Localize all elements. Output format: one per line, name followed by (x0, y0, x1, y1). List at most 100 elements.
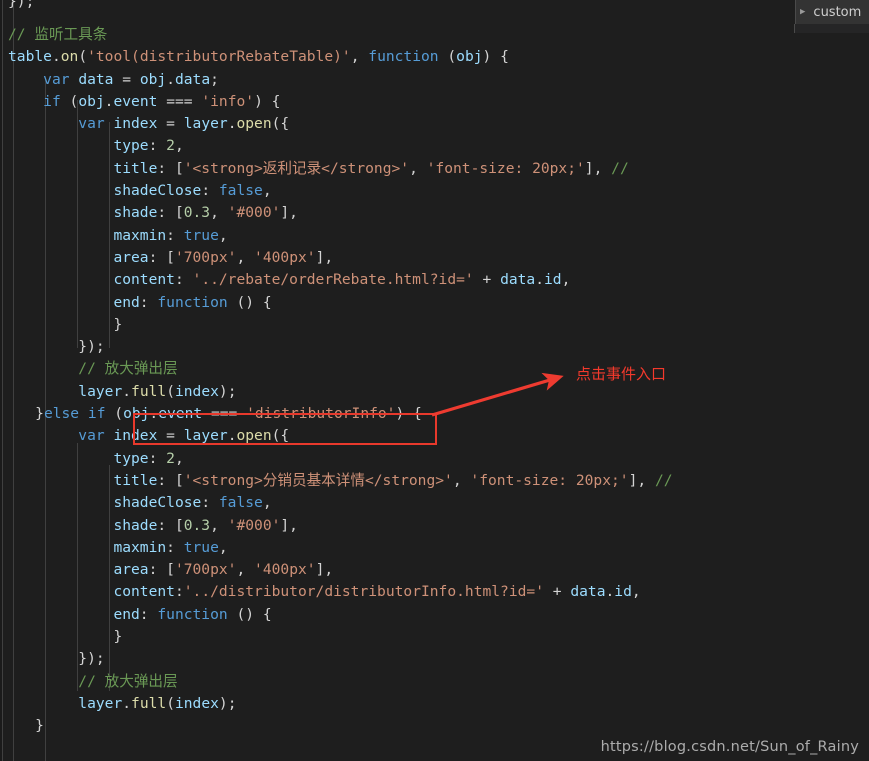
code-line[interactable]: shade: [0.3, '#000'], (0, 515, 869, 537)
code-token: // 放大弹出层 (78, 360, 178, 378)
code-token: on (60, 48, 79, 66)
code-line[interactable]: layer.full(index); (0, 381, 869, 403)
code-token: obj (456, 48, 483, 66)
code-line[interactable]: type: 2, (0, 135, 869, 157)
code-line[interactable]: shade: [0.3, '#000'], (0, 202, 869, 224)
code-token: ( (438, 48, 457, 66)
code-token: var (78, 427, 105, 445)
code-line[interactable]: var index = layer.open({ (0, 113, 869, 135)
code-token: maxmin (113, 226, 167, 244)
code-token: shade (113, 204, 158, 222)
code-token: '#000' (227, 204, 281, 222)
chevron-right-icon[interactable]: ▶ (800, 7, 805, 17)
code-line[interactable]: }); (0, 648, 869, 670)
code-line[interactable]: table.on('tool(distributorRebateTable)',… (0, 46, 869, 68)
code-token: : [ (148, 561, 175, 579)
code-line[interactable]: title: ['<strong>分销员基本详情</strong>', 'fon… (0, 470, 869, 492)
code-token: index (174, 694, 219, 712)
code-token: , (409, 159, 427, 177)
code-token: , (174, 137, 184, 155)
code-line[interactable]: maxmin: true, (0, 225, 869, 247)
code-token: true (183, 538, 219, 556)
code-line[interactable]: // 放大弹出层 (0, 358, 869, 380)
code-line[interactable]: end: function () { (0, 292, 869, 314)
code-token: + (543, 583, 571, 601)
code-token: layer (78, 694, 123, 712)
code-token: === (157, 92, 202, 110)
code-line[interactable]: area: ['700px', '400px'], (0, 559, 869, 581)
code-token: : [ (157, 204, 184, 222)
code-editor[interactable]: }); // 监听工具条 table.on('tool(distributorRe… (0, 0, 869, 761)
code-line[interactable]: // 监听工具条 (0, 24, 869, 46)
code-token: 'tool(distributorRebateTable)' (87, 48, 351, 66)
code-line[interactable]: }); (0, 336, 869, 358)
code-token: if (43, 92, 61, 110)
code-token: 0.3 (183, 204, 211, 222)
code-token: index (113, 115, 158, 133)
code-line[interactable]: var index = layer.open({ (0, 425, 869, 447)
code-line[interactable]: content: '../rebate/orderRebate.html?id=… (0, 269, 869, 291)
code-line[interactable]: end: function () { (0, 604, 869, 626)
code-line[interactable]: }else if (obj.event === 'distributorInfo… (0, 403, 869, 425)
code-token: , (174, 449, 184, 467)
code-line[interactable]: } (0, 715, 869, 737)
code-line[interactable]: var data = obj.data; (0, 69, 869, 91)
code-token: type (113, 137, 149, 155)
code-token: // (654, 471, 673, 489)
code-line[interactable]: if (obj.event === 'info') { (0, 91, 869, 113)
code-line[interactable]: } (0, 314, 869, 336)
screenshot-root: }); // 监听工具条 table.on('tool(distributorRe… (0, 0, 869, 761)
code-token: event (158, 405, 203, 423)
code-token: 2 (166, 137, 175, 155)
code-token: . (51, 48, 61, 66)
code-line[interactable]: // 放大弹出层 (0, 671, 869, 693)
code-token: data (78, 70, 114, 88)
code-line[interactable]: layer.full(index); (0, 693, 869, 715)
code-token: ], (280, 516, 298, 534)
code-token: ], (280, 204, 298, 222)
code-token: data (500, 271, 536, 289)
code-line[interactable]: type: 2, (0, 448, 869, 470)
code-line[interactable]: title: ['<strong>返利记录</strong>', 'font-s… (0, 158, 869, 180)
code-token: : (201, 182, 219, 200)
code-line[interactable]: shadeClose: false, (0, 180, 869, 202)
code-token: layer (78, 382, 123, 400)
code-token: full (131, 694, 167, 712)
code-token: + (473, 271, 501, 289)
code-token: ) { (482, 48, 509, 66)
code-line[interactable]: content:'../distributor/distributorInfo.… (0, 581, 869, 603)
code-token: true (183, 226, 219, 244)
code-line[interactable]: } (0, 626, 869, 648)
code-token: = (157, 427, 184, 445)
code-token: content (113, 271, 175, 289)
panel-tab-underline (794, 24, 869, 33)
code-token: : (148, 137, 167, 155)
code-line[interactable]: shadeClose: false, (0, 492, 869, 514)
code-token: obj (78, 92, 105, 110)
code-token: content (113, 583, 175, 601)
panel-tab-custom[interactable]: ▶ custom (795, 0, 869, 24)
code-lines[interactable]: // 监听工具条 table.on('tool(distributorRebate… (0, 24, 869, 738)
code-token: false (218, 494, 263, 512)
code-token: 'info' (201, 92, 255, 110)
code-token: 0.3 (183, 516, 211, 534)
code-token: title (113, 471, 158, 489)
panel-tab-label: custom (813, 4, 862, 20)
code-line[interactable]: area: ['700px', '400px'], (0, 247, 869, 269)
partial-top-line: }); (8, 0, 35, 10)
code-line[interactable]: maxmin: true, (0, 537, 869, 559)
